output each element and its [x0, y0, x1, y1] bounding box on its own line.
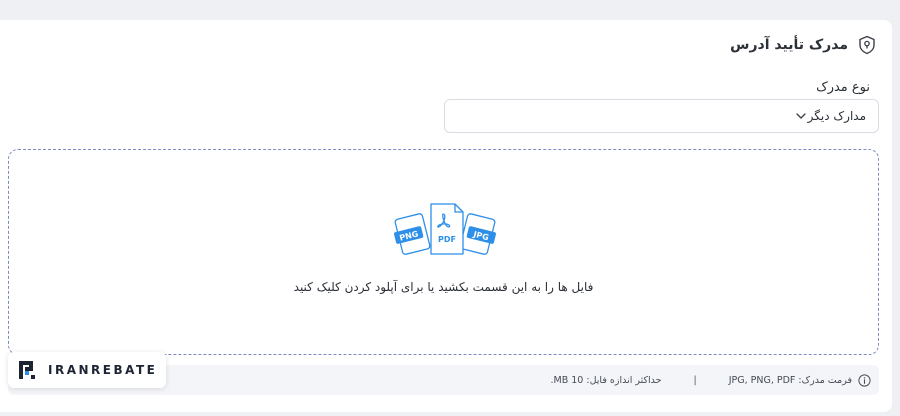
- location-shield-icon: [856, 34, 878, 56]
- brand-name: IRANREBATE: [48, 363, 158, 377]
- file-dropzone[interactable]: PNG JPG PDF فایل ها را به این قسمت بکشید…: [8, 149, 879, 355]
- document-type-select[interactable]: مدارک دیگر: [444, 99, 879, 133]
- section-title: مدرک تأیید آدرس: [730, 37, 848, 53]
- chevron-down-icon: [794, 109, 808, 123]
- dropzone-instruction: فایل ها را به این قسمت بکشید یا برای آپل…: [293, 280, 594, 294]
- brand-watermark: IRANREBATE: [8, 352, 166, 388]
- document-type-label: نوع مدرک: [816, 80, 870, 95]
- pdf-badge: PDF: [438, 235, 456, 244]
- info-separator: |: [693, 374, 697, 386]
- info-icon: [858, 373, 871, 387]
- document-type-value: مدارک دیگر: [807, 109, 866, 123]
- accepted-formats: فرمت مدرک: JPG, PNG, PDF: [728, 374, 852, 386]
- iranrebate-logo-icon: [19, 361, 35, 379]
- section-header: مدرک تأیید آدرس: [730, 34, 878, 56]
- file-types-icon: PNG JPG PDF: [394, 203, 496, 255]
- max-file-size: حداکثر اندازه فایل: 10 MB.: [550, 374, 662, 386]
